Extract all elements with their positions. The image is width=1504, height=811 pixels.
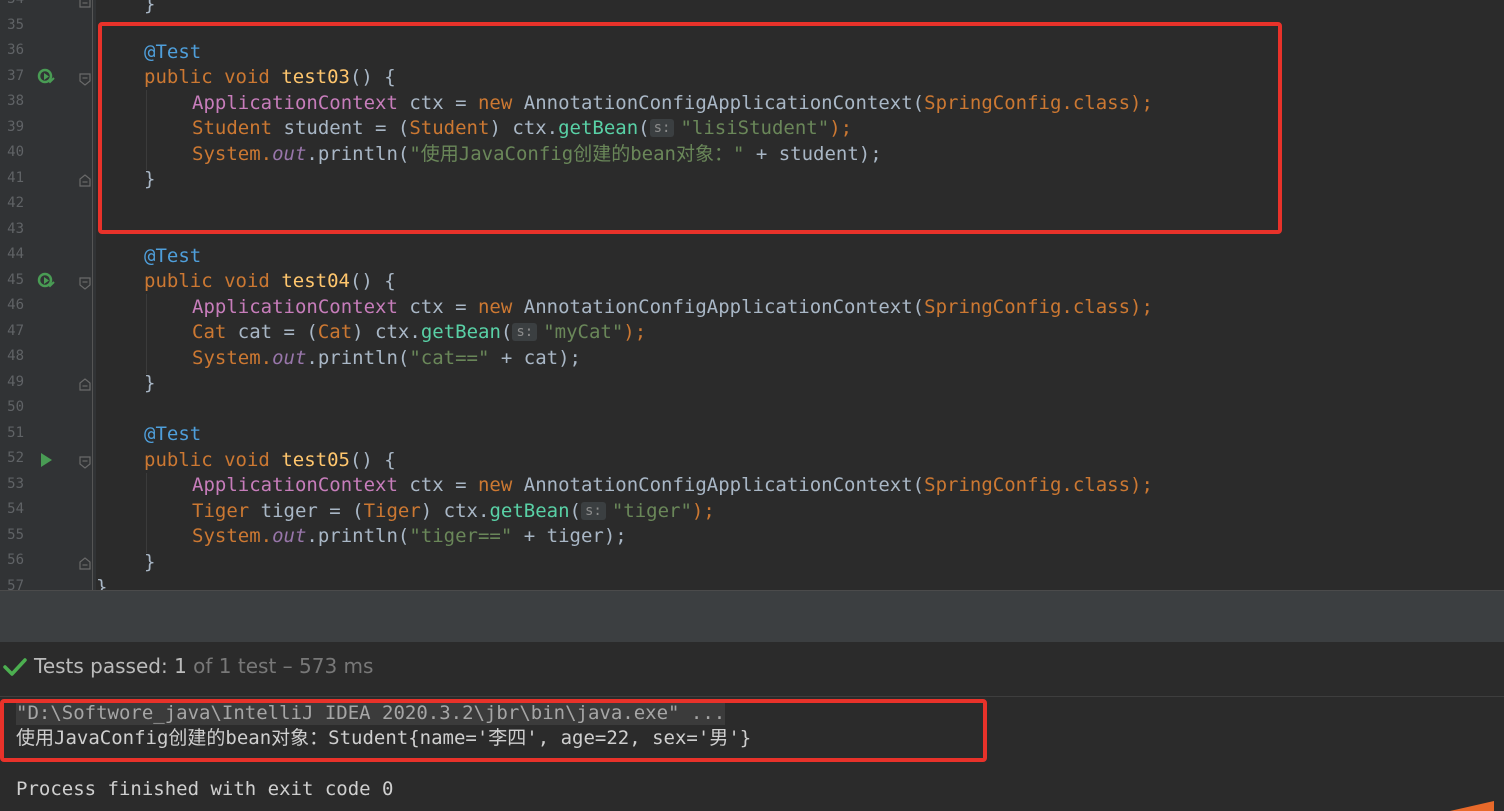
line-number: 46 bbox=[7, 297, 24, 313]
code-line: System.out.println("cat==" + cat); bbox=[192, 347, 581, 369]
code-line: Tiger tiger = (Tiger) ctx.getBean(s: "tig… bbox=[192, 500, 715, 522]
fold-end-icon[interactable] bbox=[78, 557, 92, 571]
line-number: 40 bbox=[7, 144, 24, 160]
code-line: @Test bbox=[144, 423, 202, 445]
code-line: @Test bbox=[144, 245, 202, 267]
line-number: 39 bbox=[7, 118, 24, 135]
test-detail: of 1 test – 573 ms bbox=[186, 654, 374, 678]
code-line: Cat cat = (Cat) ctx.getBean(s: "myCat"); bbox=[192, 321, 647, 343]
indent-guide bbox=[146, 294, 147, 374]
line-number-gutter: 34 35 36 37 38 39 40 41 42 43 44 45 46 47 48 49 50 51 52 53… bbox=[0, 0, 32, 590]
code-line: } bbox=[144, 551, 156, 573]
line-number: 56 bbox=[7, 552, 24, 568]
line-number: 48 bbox=[7, 348, 24, 364]
code-line: ApplicationContext ctx = new AnnotationC… bbox=[192, 296, 1153, 318]
check-icon bbox=[3, 658, 27, 676]
line-number: 53 bbox=[7, 475, 24, 492]
line-number: 38 bbox=[7, 93, 24, 109]
run-test-passed-icon[interactable] bbox=[36, 67, 56, 87]
line-number: 44 bbox=[7, 246, 24, 262]
code-line: public void test04() { bbox=[144, 270, 396, 292]
line-number: 55 bbox=[7, 526, 24, 543]
line-number: 49 bbox=[7, 373, 24, 390]
fold-start-icon[interactable] bbox=[78, 455, 92, 469]
test-count: 1 bbox=[174, 654, 187, 678]
fold-end-icon[interactable] bbox=[78, 0, 92, 9]
line-number: 42 bbox=[7, 195, 24, 211]
line-number: 52 bbox=[7, 450, 24, 466]
code-editor[interactable]: 34 35 36 37 38 39 40 41 42 43 44 45 46 47 48 49 50 51 52 53… bbox=[0, 0, 1504, 590]
line-number: 45 bbox=[7, 271, 24, 288]
run-test-passed-icon[interactable] bbox=[36, 271, 56, 291]
line-number: 36 bbox=[7, 42, 24, 58]
code-line: } bbox=[96, 576, 108, 590]
parameter-hint: s: bbox=[512, 323, 538, 341]
line-number: 50 bbox=[7, 399, 24, 415]
code-line: } bbox=[144, 0, 156, 15]
line-number: 37 bbox=[7, 67, 24, 84]
run-test-icon[interactable] bbox=[38, 452, 54, 468]
line-number: 47 bbox=[7, 322, 24, 339]
line-number: 54 bbox=[7, 501, 24, 517]
line-number: 35 bbox=[7, 16, 24, 33]
indent-guide bbox=[146, 473, 147, 553]
line-number: 41 bbox=[7, 169, 24, 186]
code-line: System.out.println("tiger==" + tiger); bbox=[192, 525, 627, 547]
test-status-bar: Tests passed: 1 of 1 test – 573 ms bbox=[0, 642, 1504, 696]
code-line: public void test05() { bbox=[144, 449, 396, 471]
console-exit-line: Process finished with exit code 0 bbox=[16, 778, 394, 800]
code-line: } bbox=[144, 372, 156, 394]
line-number: 51 bbox=[7, 424, 24, 441]
line-number: 43 bbox=[7, 220, 24, 237]
tool-window-divider[interactable] bbox=[0, 590, 1504, 643]
code-line: ApplicationContext ctx = new AnnotationC… bbox=[192, 474, 1153, 496]
line-number: 57 bbox=[7, 577, 24, 591]
fold-end-icon[interactable] bbox=[78, 378, 92, 392]
tests-passed-label: Tests passed: 1 of 1 test – 573 ms bbox=[34, 654, 374, 678]
parameter-hint: s: bbox=[580, 502, 606, 520]
editor-gutter bbox=[32, 0, 96, 590]
highlight-box bbox=[98, 22, 1282, 234]
fold-end-icon[interactable] bbox=[78, 174, 92, 188]
highlight-box bbox=[0, 699, 987, 762]
console-output[interactable]: "D:\Softwore_java\IntelliJ IDEA 2020.3.2… bbox=[0, 696, 1504, 811]
fold-start-icon[interactable] bbox=[78, 276, 92, 290]
fold-start-icon[interactable] bbox=[78, 72, 92, 86]
gutter-separator bbox=[92, 0, 93, 590]
line-number: 34 bbox=[0, 0, 24, 13]
